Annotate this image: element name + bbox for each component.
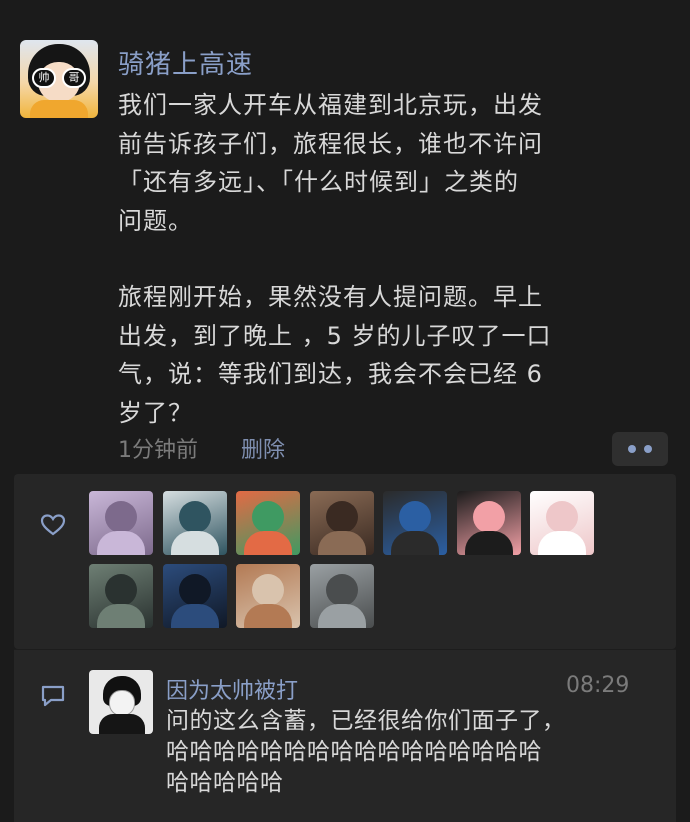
avatar-body — [244, 604, 292, 628]
post-meta: 1分钟前 删除 — [118, 432, 285, 464]
avatar-badge-right: 哥 — [62, 68, 86, 88]
post-line: 出发，到了晚上 ，5 岁的儿子叹了一口 — [118, 321, 552, 350]
avatar-body — [318, 604, 366, 628]
post-line: 岁了？ — [118, 398, 193, 427]
avatar-body — [318, 531, 366, 555]
avatar-suit — [99, 714, 145, 734]
avatar-badge-left: 帅 — [32, 68, 56, 88]
post-time: 1分钟前 — [118, 438, 198, 463]
delete-button[interactable]: 删除 — [241, 438, 285, 463]
avatar-body — [244, 531, 292, 555]
avatar-head — [105, 501, 137, 533]
heart-icon — [40, 514, 66, 536]
liker-avatar[interactable] — [530, 491, 594, 555]
liker-avatar[interactable] — [89, 491, 153, 555]
post-line: 问题。 — [118, 206, 193, 235]
commenter-name[interactable]: 因为太帅被打 — [166, 673, 298, 705]
post-line: 旅程刚开始，果然没有人提问题。早上 — [118, 283, 543, 311]
post-line: 我们一家人开车从福建到北京玩，出发 — [118, 91, 543, 119]
post-line: 气，说：等我们到达，我会不会已经 6 — [118, 360, 543, 388]
avatar-head — [179, 501, 211, 533]
liker-avatar[interactable] — [163, 491, 227, 555]
avatar-head — [473, 501, 505, 533]
liker-avatar[interactable] — [310, 491, 374, 555]
comment-line: 哈哈哈哈哈 — [166, 770, 284, 796]
avatar-head — [546, 501, 578, 533]
avatar-face — [109, 690, 135, 716]
commenter-avatar[interactable] — [89, 670, 153, 734]
avatar-body — [465, 531, 513, 555]
avatar-head — [399, 501, 431, 533]
liker-avatar[interactable] — [163, 564, 227, 628]
dot — [644, 445, 652, 453]
post-line: 「还有多远」、「什么时候到」之类的 — [118, 168, 519, 196]
avatar-body — [171, 531, 219, 555]
avatar-body — [97, 604, 145, 628]
comment-time: 08:29 — [566, 673, 630, 698]
avatar-body — [171, 604, 219, 628]
avatar-shirt — [30, 100, 88, 118]
moment-post: 帅 哥 骑猪上高速 我们一家人开车从福建到北京玩，出发 前告诉孩子们，旅程很长，… — [0, 0, 690, 822]
poster-avatar[interactable]: 帅 哥 — [20, 40, 98, 118]
avatar-head — [326, 501, 358, 533]
liker-avatar[interactable] — [457, 491, 521, 555]
avatar-head — [326, 574, 358, 606]
dot — [628, 445, 636, 453]
post-body: 我们一家人开车从福建到北京玩，出发 前告诉孩子们，旅程很长，谁也不许问 「还有多… — [118, 86, 638, 432]
liker-avatar[interactable] — [383, 491, 447, 555]
avatar-head — [105, 574, 137, 606]
post-line: 前告诉孩子们，旅程很长，谁也不许问 — [118, 129, 543, 158]
avatar-body — [97, 531, 145, 555]
avatar-head — [252, 501, 284, 533]
comment-line: 哈哈哈哈哈哈哈哈哈哈哈哈哈哈哈哈 — [166, 739, 542, 765]
avatar-head — [252, 574, 284, 606]
liker-avatar[interactable] — [89, 564, 153, 628]
poster-name[interactable]: 骑猪上高速 — [118, 44, 253, 81]
liker-avatar[interactable] — [236, 491, 300, 555]
avatar-head — [179, 574, 211, 606]
avatar-body — [391, 531, 439, 555]
comment-icon — [41, 685, 65, 707]
more-dots-icon[interactable] — [612, 432, 668, 466]
liker-avatar[interactable] — [310, 564, 374, 628]
comment-line: 问的这么含蓄，已经很给你们面子了， — [166, 708, 566, 734]
avatar-body — [538, 531, 586, 555]
liker-avatar[interactable] — [236, 564, 300, 628]
comment-body[interactable]: 问的这么含蓄，已经很给你们面子了， 哈哈哈哈哈哈哈哈哈哈哈哈哈哈哈哈 哈哈哈哈哈 — [166, 706, 652, 799]
